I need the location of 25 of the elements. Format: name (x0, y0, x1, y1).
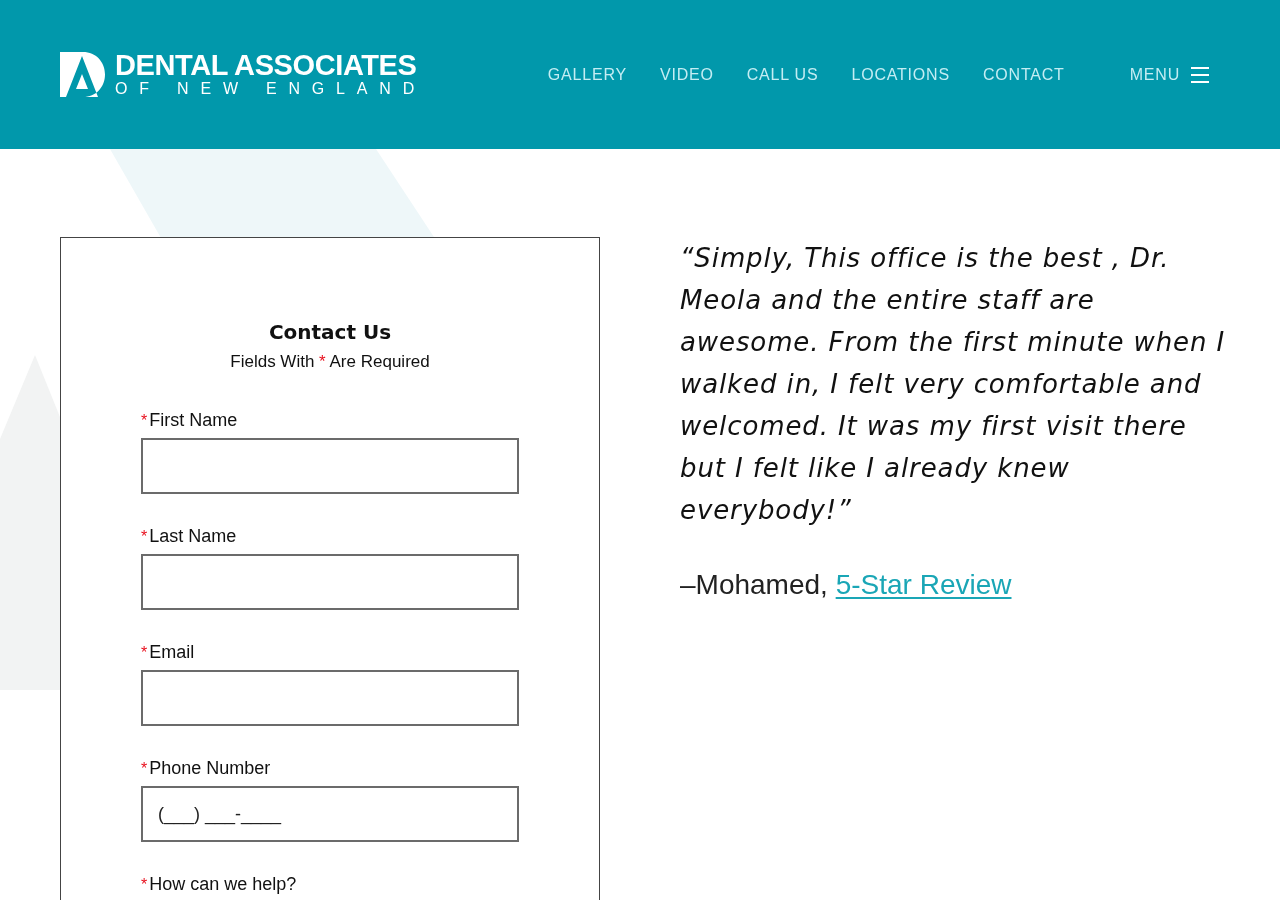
nav-link[interactable]: VIDEO (659, 62, 714, 87)
menu-icon (1191, 66, 1209, 83)
review-link[interactable]: 5-Star Review (835, 569, 1012, 600)
reviewer-name: –Mohamed, (680, 569, 828, 600)
input-field[interactable] (141, 554, 519, 610)
nav-link[interactable]: CONTACT (982, 62, 1065, 87)
field-label: *Email (141, 641, 196, 664)
nav-link[interactable]: LOCATIONS (851, 62, 950, 87)
field-label: *How can we help? (141, 873, 298, 896)
logo-mark-icon (60, 52, 105, 97)
testimonial-quote: “Simply, This office is the best , Dr. Meola and the entire staff are awesome. From the first minute when I walked in, I felt very comfortable and welcomed. It was my first visit there but I felt like I already knew everybody!” (680, 242, 1227, 527)
form-title: Contact Us (267, 319, 393, 346)
nav-link[interactable]: GALLERY (547, 62, 627, 87)
logo-subtitle: OF NEW ENGLAND (115, 80, 426, 98)
logo-title: DENTAL ASSOCIATES (115, 51, 418, 80)
input-field[interactable] (141, 670, 519, 726)
field-label: *First Name (141, 409, 239, 432)
form-subtitle: Fields With * Are Required (229, 351, 431, 373)
logo-link[interactable]: DENTAL ASSOCIATES OF NEW ENGLAND (60, 51, 426, 98)
input-field[interactable]: (___) ___-____ (141, 786, 519, 842)
nav-link[interactable]: CALL US (746, 62, 819, 87)
menu-button[interactable]: MENU (1129, 62, 1209, 87)
input-field[interactable] (141, 438, 519, 494)
field-label: *Phone Number (141, 757, 272, 780)
field-label: *Last Name (141, 525, 238, 548)
